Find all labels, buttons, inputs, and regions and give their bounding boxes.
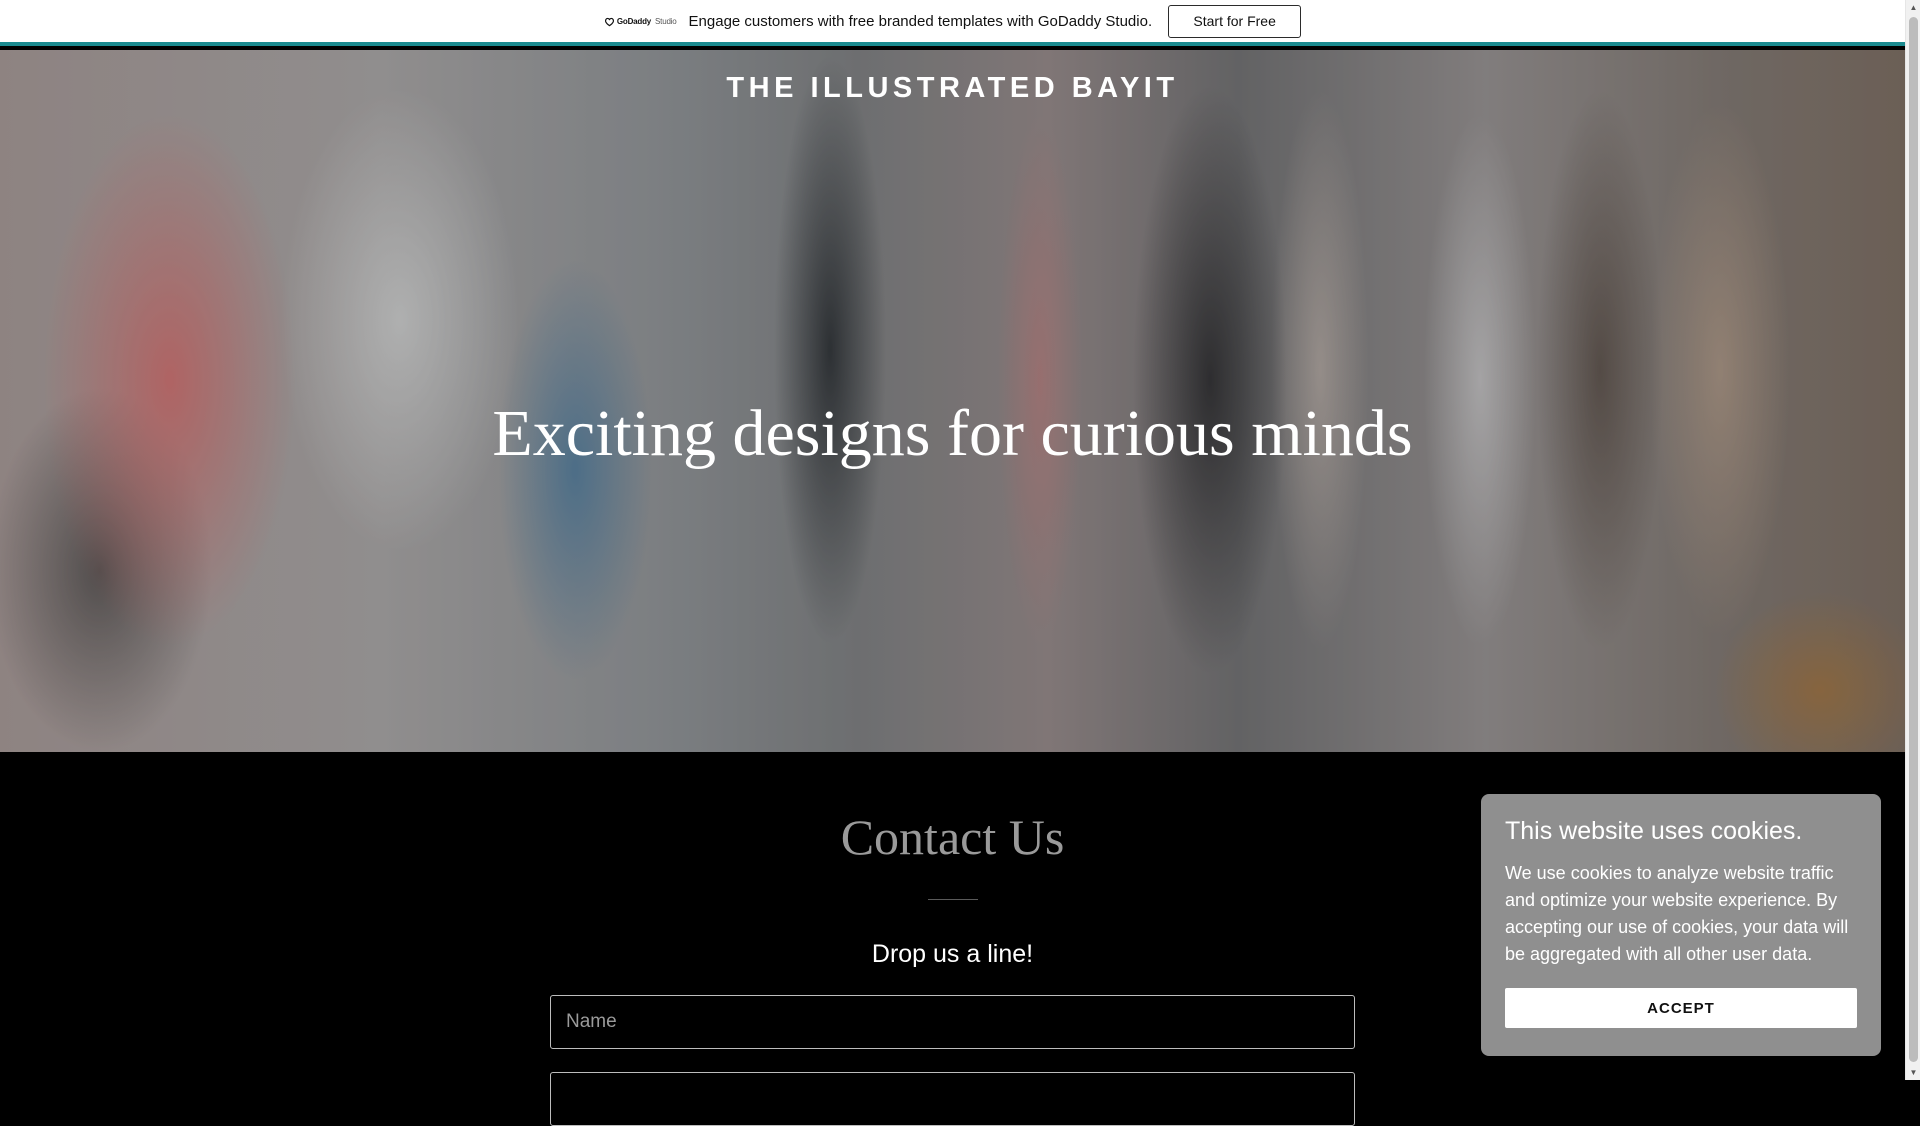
godaddy-heart-icon — [604, 17, 614, 26]
email-input[interactable] — [550, 1072, 1355, 1126]
scroll-up-arrow-icon[interactable]: ▲ — [1906, 0, 1920, 15]
logo-sub-text: Studio — [655, 16, 677, 26]
accept-cookies-button[interactable]: ACCEPT — [1505, 988, 1857, 1028]
scroll-down-arrow-icon[interactable]: ▼ — [1906, 1065, 1920, 1080]
scrollbar-thumb[interactable] — [1909, 17, 1918, 1062]
hero-section: THE ILLUSTRATED BAYIT Exciting designs f… — [0, 50, 1905, 752]
godaddy-studio-logo: GoDaddy Studio — [604, 16, 677, 27]
vertical-scrollbar[interactable]: ▲ ▼ — [1905, 0, 1920, 1080]
promo-bar: GoDaddy Studio Engage customers with free… — [0, 0, 1905, 46]
section-divider — [928, 899, 978, 900]
cookie-message: We use cookies to analyze website traffi… — [1505, 863, 1849, 964]
name-input[interactable] — [550, 995, 1355, 1049]
logo-text: GoDaddy — [616, 16, 652, 26]
cookie-banner: This website uses cookies. We use cookie… — [1481, 794, 1881, 1056]
cookie-title: This website uses cookies. — [1505, 817, 1803, 845]
start-for-free-button[interactable]: Start for Free — [1168, 4, 1302, 38]
site-title[interactable]: THE ILLUSTRATED BAYIT — [0, 72, 1905, 105]
hero-headline: Exciting designs for curious minds — [492, 397, 1413, 470]
promo-message: Engage customers with free branded templ… — [688, 12, 1153, 30]
